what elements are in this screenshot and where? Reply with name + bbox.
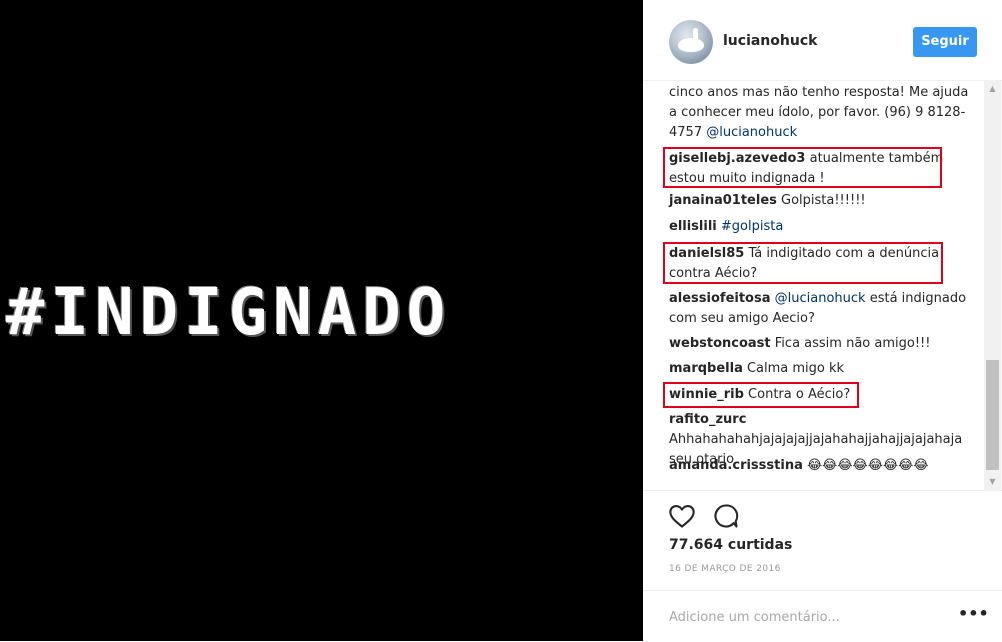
more-options-icon[interactable]: ••• <box>958 606 989 626</box>
comment-mention-link[interactable]: @lucianohuck <box>775 291 866 306</box>
comment-mention-link[interactable]: #golpista <box>721 219 783 234</box>
comments-list[interactable]: cinco anos mas não tenho resposta! Me aj… <box>643 80 1002 490</box>
comment-username[interactable]: amanda.crissstina <box>669 458 803 473</box>
comment-input[interactable] <box>669 605 949 629</box>
comment-text: Fica assim não amigo!!! <box>770 336 931 351</box>
comment-mention-link[interactable]: @lucianohuck <box>706 125 797 140</box>
comment-item: marqbella Calma migo kk <box>669 359 969 379</box>
comment-item: cinco anos mas não tenho resposta! Me aj… <box>669 83 969 143</box>
scroll-up-arrow-icon[interactable]: ▲ <box>984 80 1001 97</box>
post-image: #INDIGNADO <box>0 0 643 641</box>
comment-item: webstoncoast Fica assim não amigo!!! <box>669 334 969 354</box>
comment-username[interactable]: marqbella <box>669 361 743 376</box>
comments-scrollbar[interactable]: ▲ ▼ <box>984 80 1001 490</box>
highlight-box <box>663 382 859 408</box>
comment-item: alessiofeitosa @lucianohuck está indigna… <box>669 289 969 329</box>
post-sidebar: lucianohuck Seguir cinco anos mas não te… <box>643 0 1002 641</box>
comment-username[interactable]: webstoncoast <box>669 336 771 351</box>
avatar-swan-body <box>678 38 704 52</box>
scroll-down-arrow-icon[interactable]: ▼ <box>984 473 1001 490</box>
likes-count[interactable]: 77.664 curtidas <box>669 537 792 553</box>
comment-username[interactable]: alessiofeitosa <box>669 291 771 306</box>
comment-bubble-icon[interactable] <box>712 502 740 530</box>
comment-text: Calma migo kk <box>742 361 845 376</box>
post-header: lucianohuck Seguir <box>643 0 1002 81</box>
follow-button[interactable]: Seguir <box>913 27 977 57</box>
comment-username[interactable]: rafito_zurc <box>669 412 746 427</box>
comment-item: janaina01teles Golpista!!!!!! <box>669 191 969 211</box>
highlight-box <box>663 242 943 284</box>
avatar[interactable] <box>669 20 713 64</box>
post-actions: 77.664 curtidas 16 DE MARÇO DE 2016 <box>643 490 1002 591</box>
add-comment-section: ••• <box>643 590 1002 642</box>
post-date: 16 DE MARÇO DE 2016 <box>669 564 781 574</box>
like-heart-icon[interactable] <box>668 502 696 530</box>
comment-item: ellislili #golpista <box>669 217 969 237</box>
post-image-text: #INDIGNADO <box>6 276 452 350</box>
avatar-swan-neck <box>693 28 698 42</box>
scroll-thumb[interactable] <box>986 360 999 470</box>
comment-text: Golpista!!!!!! <box>776 193 866 208</box>
comment-username[interactable]: janaina01teles <box>669 193 777 208</box>
comment-username[interactable]: ellislili <box>669 219 717 234</box>
highlight-box <box>663 147 942 188</box>
comment-text: 😂😂😂😂😂😂😂😂 <box>802 458 929 473</box>
username-link[interactable]: lucianohuck <box>723 33 817 49</box>
comment-item: amanda.crissstina 😂😂😂😂😂😂😂😂 <box>669 456 969 476</box>
